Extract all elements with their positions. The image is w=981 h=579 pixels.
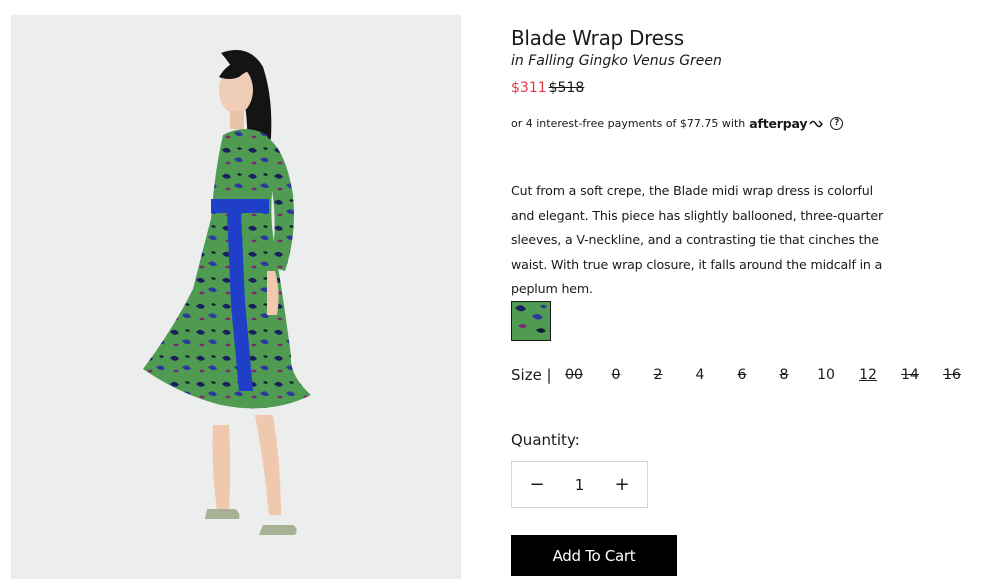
product-image[interactable] <box>11 15 461 579</box>
afterpay-text: or 4 interest-free payments of $77.75 wi… <box>511 117 746 130</box>
size-option-12[interactable]: 12 <box>854 367 882 383</box>
original-price: $518 <box>548 80 585 96</box>
color-swatch[interactable] <box>511 301 551 341</box>
quantity-stepper: − 1 + <box>511 461 648 508</box>
size-option-6[interactable]: 6 <box>728 367 756 383</box>
afterpay-logo: afterpay <box>749 116 808 131</box>
decrement-button[interactable]: − <box>512 461 562 508</box>
product-title: Blade Wrap Dress <box>511 26 684 50</box>
swatch-pattern-icon <box>512 302 550 340</box>
size-option-4[interactable]: 4 <box>686 367 714 383</box>
quantity-label: Quantity: <box>511 431 580 449</box>
price-row: $311 $518 <box>511 80 584 96</box>
size-option-8[interactable]: 8 <box>770 367 798 383</box>
product-description: Cut from a soft crepe, the Blade midi wr… <box>511 183 883 297</box>
quantity-value[interactable]: 1 <box>562 476 597 494</box>
size-option-2[interactable]: 2 <box>644 367 672 383</box>
product-color-name: in Falling Gingko Venus Green <box>511 53 722 69</box>
help-icon[interactable]: ? <box>830 117 844 130</box>
afterpay-arrows-icon <box>809 119 824 129</box>
size-option-0[interactable]: 0 <box>602 367 630 383</box>
afterpay-message: or 4 interest-free payments of $77.75 wi… <box>511 116 844 131</box>
add-to-cart-button[interactable]: Add To Cart <box>511 535 677 576</box>
model-photo <box>11 15 461 579</box>
increment-button[interactable]: + <box>597 461 647 508</box>
sale-price: $311 <box>511 80 547 96</box>
size-option-10[interactable]: 10 <box>812 367 840 383</box>
size-label: Size | <box>511 366 552 384</box>
size-option-00[interactable]: 00 <box>560 367 588 383</box>
size-option-16[interactable]: 16 <box>938 367 966 383</box>
size-option-14[interactable]: 14 <box>896 367 924 383</box>
